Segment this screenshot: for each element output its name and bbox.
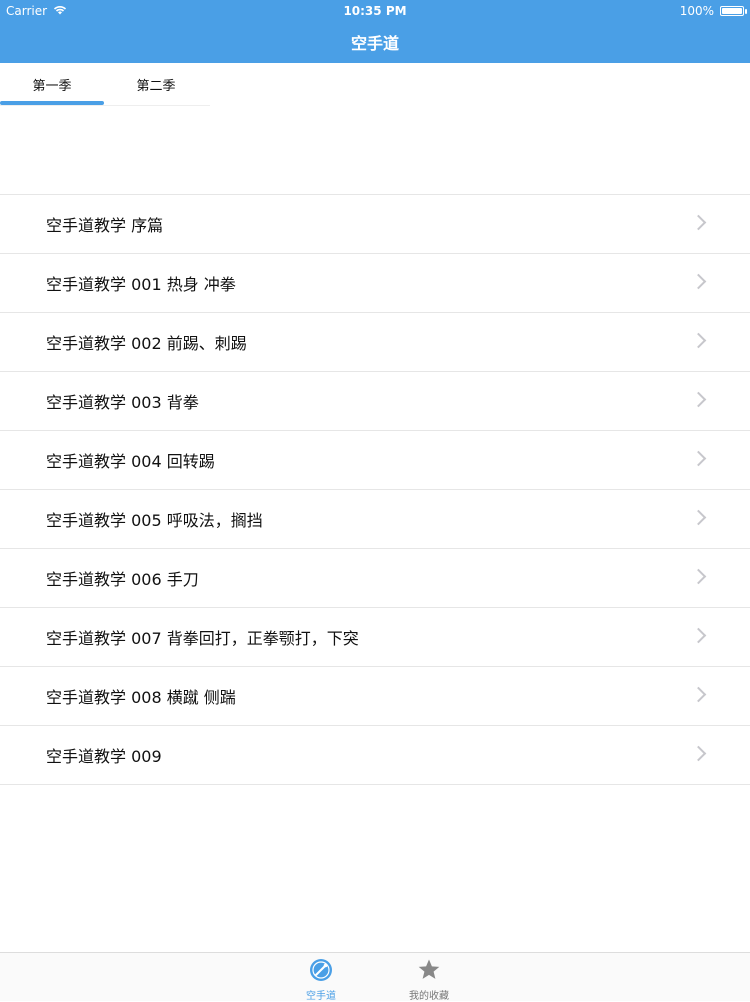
list-item-label: 空手道教学 004 回转踢 <box>46 452 215 471</box>
list-item-label: 空手道教学 007 背拳回打，正拳颚打，下突 <box>46 629 359 648</box>
tab-season-1[interactable]: 第一季 <box>0 63 104 105</box>
chevron-right-icon <box>690 686 707 703</box>
list-item[interactable]: 空手道教学 008 横蹴 侧踹 <box>0 667 750 726</box>
navigation-header: Carrier 10:35 PM 100% 空手道 <box>0 0 750 63</box>
list-item-label: 空手道教学 006 手刀 <box>46 570 199 589</box>
list-item[interactable]: 空手道教学 002 前踢、刺踢 <box>0 313 750 372</box>
page-title: 空手道 <box>350 34 399 53</box>
chevron-right-icon <box>690 745 707 762</box>
list-item[interactable]: 空手道教学 006 手刀 <box>0 549 750 608</box>
list-item-label: 空手道教学 009 <box>46 747 162 766</box>
season-tabs: 第一季 第二季 <box>0 63 210 106</box>
list-item[interactable]: 空手道教学 005 呼吸法，搁挡 <box>0 490 750 549</box>
list-item[interactable]: 空手道教学 003 背拳 <box>0 372 750 431</box>
list-item[interactable]: 空手道教学 004 回转踢 <box>0 431 750 490</box>
chevron-right-icon <box>690 509 707 526</box>
status-bar: Carrier 10:35 PM 100% <box>0 0 750 22</box>
selected-tab-indicator <box>0 101 104 105</box>
list-item[interactable]: 空手道教学 001 热身 冲拳 <box>0 254 750 313</box>
battery-icon <box>720 6 747 16</box>
chevron-right-icon <box>690 627 707 644</box>
battery-percentage: 100% <box>679 4 714 18</box>
list-item-label: 空手道教学 001 热身 冲拳 <box>46 275 236 294</box>
list-item-label: 空手道教学 序篇 <box>46 216 164 235</box>
chevron-right-icon <box>690 450 707 467</box>
bottom-tab-bar: 空手道 我的收藏 <box>0 952 750 1002</box>
episode-list: 空手道教学 序篇 空手道教学 001 热身 冲拳 空手道教学 002 前踢、刺踢… <box>0 194 750 785</box>
list-item-label: 空手道教学 005 呼吸法，搁挡 <box>46 511 263 530</box>
tab-season-2[interactable]: 第二季 <box>104 63 208 105</box>
list-item[interactable]: 空手道教学 007 背拳回打，正拳颚打，下突 <box>0 608 750 667</box>
list-item-label: 空手道教学 003 背拳 <box>46 393 199 412</box>
list-item-label: 空手道教学 008 横蹴 侧踹 <box>46 688 236 707</box>
tab-favorites[interactable]: 我的收藏 <box>384 953 474 1002</box>
chevron-right-icon <box>690 273 707 290</box>
chevron-right-icon <box>690 568 707 585</box>
tab-karate[interactable]: 空手道 <box>276 953 366 1002</box>
star-icon <box>417 958 441 982</box>
status-right: 100% <box>679 4 747 18</box>
chevron-right-icon <box>690 214 707 231</box>
karate-icon <box>309 958 333 982</box>
chevron-right-icon <box>690 332 707 349</box>
list-item-label: 空手道教学 002 前踢、刺踢 <box>46 334 247 353</box>
list-item[interactable]: 空手道教学 009 <box>0 726 750 784</box>
chevron-right-icon <box>690 391 707 408</box>
list-item[interactable]: 空手道教学 序篇 <box>0 195 750 254</box>
status-time: 10:35 PM <box>343 4 407 18</box>
